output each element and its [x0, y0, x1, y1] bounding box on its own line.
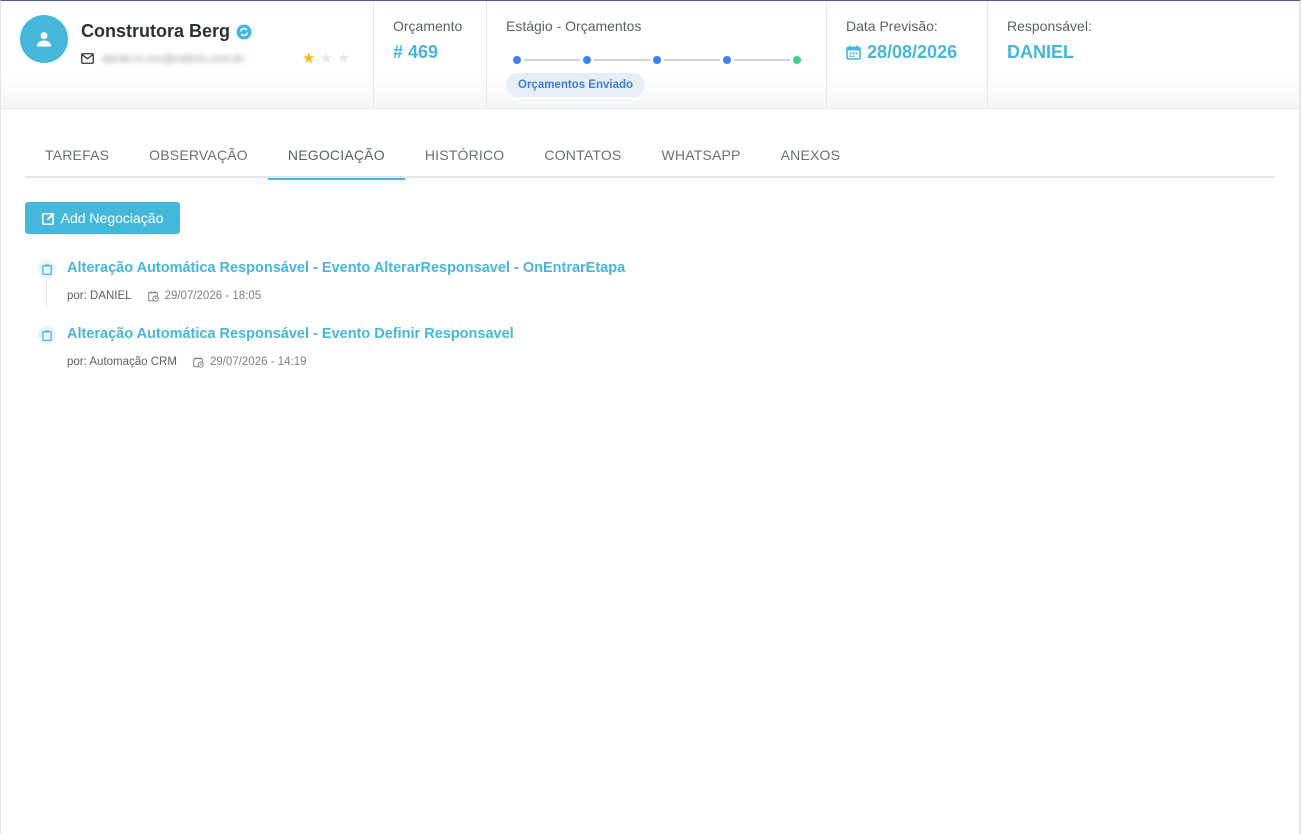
- forecast-value[interactable]: 28/08/2026: [846, 42, 957, 63]
- tab-historico[interactable]: HISTÓRICO: [405, 131, 525, 178]
- clipboard-icon: [38, 260, 56, 278]
- stage-step-dot[interactable]: [793, 56, 801, 64]
- note-edit-icon: [41, 212, 55, 225]
- stage-badge: Orçamentos Enviado: [506, 73, 646, 97]
- stage-label: Estágio - Orçamentos: [506, 18, 642, 34]
- negotiation-meta: por: Automação CRM 29/07/2026 - 14:19: [67, 356, 307, 368]
- stage-step-dot[interactable]: [583, 56, 591, 64]
- stage-cell: Estágio - Orçamentos Orçamentos Enviado: [487, 1, 827, 108]
- negotiation-author: por: Automação CRM: [67, 356, 177, 368]
- add-negotiation-label: Add Negociação: [60, 210, 164, 226]
- budget-cell: Orçamento # 469: [374, 1, 487, 108]
- owner-cell: Responsável: DANIEL: [988, 1, 1299, 108]
- stage-connector: [734, 59, 790, 61]
- negotiation-title[interactable]: Alteração Automática Responsável - Event…: [67, 260, 625, 276]
- deal-header: Construtora Berg daniel.m.xxx@cobrex.com…: [1, 1, 1299, 109]
- tab-observacao[interactable]: OBSERVAÇÃO: [129, 131, 268, 178]
- tab-anexos[interactable]: ANEXOS: [761, 131, 861, 178]
- page-frame: Construtora Berg daniel.m.xxx@cobrex.com…: [0, 0, 1301, 834]
- client-cell: Construtora Berg daniel.m.xxx@cobrex.com…: [1, 1, 374, 108]
- negotiation-author: por: DANIEL: [67, 290, 132, 302]
- owner-name[interactable]: DANIEL: [1007, 42, 1074, 63]
- clipboard-icon: [38, 326, 56, 344]
- forecast-date: 28/08/2026: [867, 42, 958, 62]
- stage-step-dot[interactable]: [513, 56, 521, 64]
- negotiation-timeline: Alteração Automática Responsável - Event…: [37, 259, 837, 391]
- timeline-item: Alteração Automática Responsável - Event…: [37, 325, 837, 391]
- client-email[interactable]: daniel.m.xxx@cobrex.com.br: [102, 53, 292, 65]
- calendar-icon: [846, 45, 861, 60]
- star-icon[interactable]: ★: [302, 51, 315, 66]
- rating-stars[interactable]: ★ ★ ★: [302, 51, 350, 66]
- negotiation-date: 29/07/2026 - 14:19: [193, 356, 307, 368]
- negotiation-meta: por: DANIEL 29/07/2026 - 18:05: [67, 290, 261, 302]
- budget-label: Orçamento: [393, 18, 463, 34]
- tab-contatos[interactable]: CONTATOS: [524, 131, 641, 178]
- negotiation-datetime: 29/07/2026 - 18:05: [164, 290, 262, 302]
- calendar-clock-icon: [147, 290, 159, 302]
- client-name[interactable]: Construtora Berg: [81, 21, 252, 42]
- calendar-clock-icon: [193, 356, 204, 368]
- star-icon[interactable]: ★: [319, 51, 332, 66]
- forecast-label: Data Previsão:: [846, 18, 938, 34]
- timeline-item: Alteração Automática Responsável - Event…: [37, 259, 837, 325]
- add-negotiation-button[interactable]: Add Negociação: [25, 202, 180, 234]
- user-avatar-icon[interactable]: [20, 15, 68, 63]
- detail-tabs: TAREFAS OBSERVAÇÃO NEGOCIAÇÃO HISTÓRICO …: [25, 131, 1275, 180]
- owner-label: Responsável:: [1007, 18, 1092, 34]
- email-row: daniel.m.xxx@cobrex.com.br ★ ★ ★: [81, 51, 350, 66]
- stage-step-dot[interactable]: [723, 56, 731, 64]
- mail-icon: [81, 53, 94, 64]
- stage-connector: [664, 59, 720, 61]
- stage-connector: [594, 59, 650, 61]
- star-icon[interactable]: ★: [337, 51, 350, 66]
- negotiation-title[interactable]: Alteração Automática Responsável - Event…: [67, 326, 514, 342]
- sync-badge-icon: [236, 24, 252, 40]
- negotiation-datetime: 29/07/2026 - 14:19: [209, 356, 307, 368]
- timeline-rail: [46, 279, 47, 307]
- stage-connector: [524, 59, 580, 61]
- forecast-cell: Data Previsão: 28/08/2026: [827, 1, 988, 108]
- tab-negociacao[interactable]: NEGOCIAÇÃO: [267, 131, 405, 180]
- stage-progress[interactable]: [513, 56, 801, 64]
- negotiation-date: 29/07/2026 - 18:05: [147, 290, 262, 302]
- tab-whatsapp[interactable]: WHATSAPP: [641, 131, 760, 178]
- client-name-text: Construtora Berg: [81, 21, 231, 41]
- budget-number: # 469: [393, 42, 439, 62]
- tab-tarefas[interactable]: TAREFAS: [25, 131, 129, 178]
- stage-step-dot[interactable]: [653, 56, 661, 64]
